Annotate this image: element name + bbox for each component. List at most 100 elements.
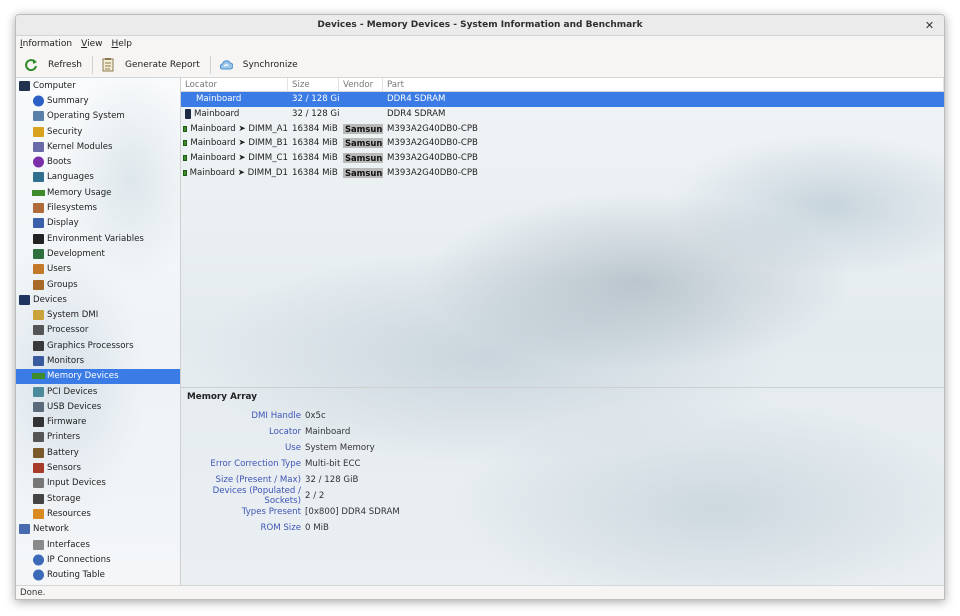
memory-icon [32,189,45,196]
close-icon[interactable]: ✕ [923,19,936,32]
ram-icon [183,140,188,147]
sidebar-item-development[interactable]: Development [16,246,180,261]
development-icon [33,248,44,259]
app-window: Devices - Memory Devices - System Inform… [15,14,945,600]
refresh-button[interactable]: Refresh [22,54,92,76]
sidebar-item-groups[interactable]: Groups [16,277,180,292]
sidebar-item-languages[interactable]: Languages [16,170,180,185]
generate-report-button[interactable]: Generate Report [99,54,210,76]
vendor-badge: Samsung [343,167,383,178]
sidebar-item-storage[interactable]: Storage [16,491,180,506]
sidebar-item-printers[interactable]: Printers [16,430,180,445]
field-value[interactable]: [0x800] DDR4 SDRAM [305,507,400,517]
table-row[interactable]: Mainboard 32 / 128 GiB DDR4 SDRAM [181,107,944,122]
cell-locator: Mainboard ➤ DIMM_A1 [181,124,288,134]
sidebar-item-processor[interactable]: Processor [16,323,180,338]
sidebar-item-routing-table[interactable]: Routing Table [16,568,180,583]
synchronize-button[interactable]: Synchronize [217,54,308,76]
sidebar-item-network[interactable]: Network [16,522,180,537]
field-value[interactable]: Mainboard [305,427,350,437]
field-value[interactable]: 2 / 2 [305,491,324,501]
field-value[interactable]: 32 / 128 GiB [305,475,358,485]
sidebar-item-label: Display [47,218,79,229]
sensor-icon [33,463,44,474]
column-header-locator[interactable]: Locator [181,78,288,91]
sidebar-item-filesystems[interactable]: Filesystems [16,200,180,215]
locator-text: Mainboard [194,109,240,120]
ram-icon [183,169,187,176]
right-pane: Locator Size Vendor Part Mainboard 32 / 1… [181,78,944,585]
user-icon [33,264,44,275]
field-value[interactable]: 0x5c [305,411,326,421]
menu-view[interactable]: View [81,39,102,49]
cell-vendor: Samsung [339,153,383,164]
sidebar-item-system-dmi[interactable]: System DMI [16,307,180,322]
sidebar-item-label: Routing Table [47,570,105,581]
field-value[interactable]: System Memory [305,443,375,453]
field-value[interactable]: 0 MiB [305,523,329,533]
sidebar-item-summary[interactable]: Summary [16,93,180,108]
sidebar-item-computer[interactable]: Computer [16,78,180,93]
toolbar: Refresh Generate Report Synchronize [16,52,944,78]
sidebar-item-security[interactable]: Security [16,124,180,139]
cell-size: 32 / 128 GiB [292,94,339,105]
column-header-part[interactable]: Part [383,78,944,91]
sidebar-item-devices[interactable]: Devices [16,292,180,307]
usb-icon [33,401,44,412]
table-row[interactable]: Mainboard 32 / 128 GiB DDR4 SDRAM [181,92,944,107]
table-row[interactable]: Mainboard ➤ DIMM_A1 16384 MiB Samsung M393A… [181,121,944,136]
sidebar-item-label: Kernel Modules [47,141,113,152]
cell-size: 16384 MiB [292,123,338,134]
table-row[interactable]: Mainboard ➤ DIMM_C1 16384 MiB Samsung M393A… [181,151,944,166]
column-header-vendor[interactable]: Vendor [339,78,383,91]
cell-locator: Mainboard ➤ DIMM_D1 [181,168,288,178]
sidebar-item-display[interactable]: Display [16,216,180,231]
sidebar-item-label: Processor [47,325,89,336]
memory-icon [32,373,45,380]
interface-icon [33,539,44,550]
table-row[interactable]: Mainboard ➤ DIMM_D1 16384 MiB Samsung M393A… [181,165,944,180]
sidebar-item-boots[interactable]: Boots [16,154,180,169]
sidebar-item-sensors[interactable]: Sensors [16,460,180,475]
sidebar-item-input-devices[interactable]: Input Devices [16,476,180,491]
sidebar-item-operating-system[interactable]: Operating System [16,109,180,124]
pci-icon [33,386,44,397]
sidebar-item-firmware[interactable]: Firmware [16,415,180,430]
locator-text: Mainboard ➤ DIMM_D1 [189,167,288,178]
sidebar-item-memory-usage[interactable]: Memory Usage [16,185,180,200]
sidebar-item-label: Environment Variables [47,233,144,244]
sidebar-item-resources[interactable]: Resources [16,506,180,521]
sidebar-item-memory-devices[interactable]: Memory Devices [16,368,180,384]
sidebar-item-label: Operating System [47,111,125,122]
shield-icon [33,126,44,137]
field-value[interactable]: Multi-bit ECC [305,459,360,469]
sidebar-item-usb-devices[interactable]: USB Devices [16,399,180,414]
dmi-icon [33,310,44,321]
table-body: Mainboard32 / 128 GiBDDR4 SDRAMMainboard… [181,92,944,180]
locator-text: Mainboard ➤ DIMM_A1 [190,123,288,134]
sidebar-item-environment-variables[interactable]: Environment Variables [16,231,180,246]
menu-help[interactable]: Help [111,39,132,49]
sidebar-item-monitors[interactable]: Monitors [16,353,180,368]
sidebar-item-graphics-processors[interactable]: Graphics Processors [16,338,180,353]
sidebar-item-label: Firmware [47,417,87,428]
sidebar-item-kernel-modules[interactable]: Kernel Modules [16,139,180,154]
cell-part: M393A2G40DB0-CPB [387,167,478,178]
sidebar-item-pci-devices[interactable]: PCI Devices [16,384,180,399]
sidebar-item-battery[interactable]: Battery [16,445,180,460]
status-bar: Done. [16,585,944,599]
table-row[interactable]: Mainboard ➤ DIMM_B1 16384 MiB Samsung M393A… [181,136,944,151]
network-icon [19,524,30,535]
sidebar-item-label: PCI Devices [47,386,98,397]
column-header-size[interactable]: Size [288,78,339,91]
sidebar-item-interfaces[interactable]: Interfaces [16,537,180,552]
menu-information[interactable]: Information [20,39,72,49]
firmware-icon [33,417,44,428]
sidebar-item-users[interactable]: Users [16,262,180,277]
sidebar-item-label: Resources [47,508,91,519]
sidebar-item-ip-connections[interactable]: IP Connections [16,552,180,567]
sidebar-tree[interactable]: Computer Summary Operating System Security K… [16,78,181,585]
detail-field: Locator Mainboard [187,424,938,440]
cell-size: 16384 MiB [292,138,338,149]
title-bar[interactable]: Devices - Memory Devices - System Inform… [16,15,944,36]
